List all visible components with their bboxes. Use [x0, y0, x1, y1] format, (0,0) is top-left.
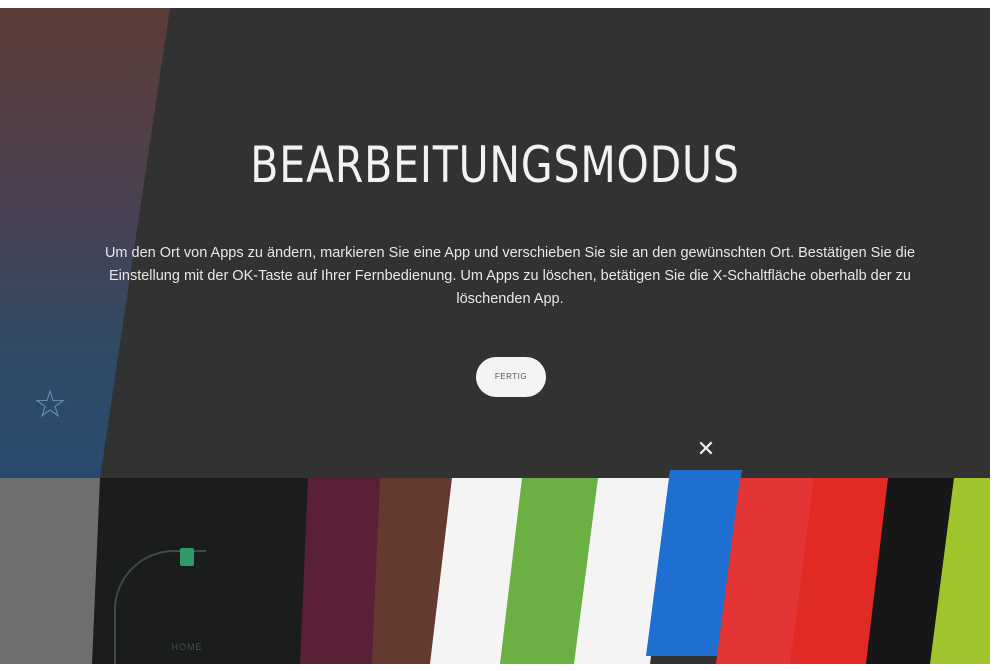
- app-tile-dark-magenta[interactable]: [300, 478, 382, 664]
- star-icon[interactable]: ☆: [28, 382, 72, 426]
- page-title: BEARBEITUNGSMODUS: [250, 136, 740, 194]
- app-tile-home[interactable]: HOME: [92, 478, 314, 664]
- close-icon[interactable]: ✕: [694, 438, 718, 462]
- app-launcher-strip: HOME: [0, 470, 990, 664]
- app-tile-grey[interactable]: [0, 478, 100, 664]
- home-label: HOME: [171, 642, 203, 652]
- tv-screen: ☆ BEARBEITUNGSMODUS Um den Ort von Apps …: [0, 8, 990, 664]
- done-button[interactable]: FERTIG: [476, 357, 546, 397]
- home-icon: [180, 548, 194, 566]
- instructions-text: Um den Ort von Apps zu ändern, markieren…: [104, 245, 916, 307]
